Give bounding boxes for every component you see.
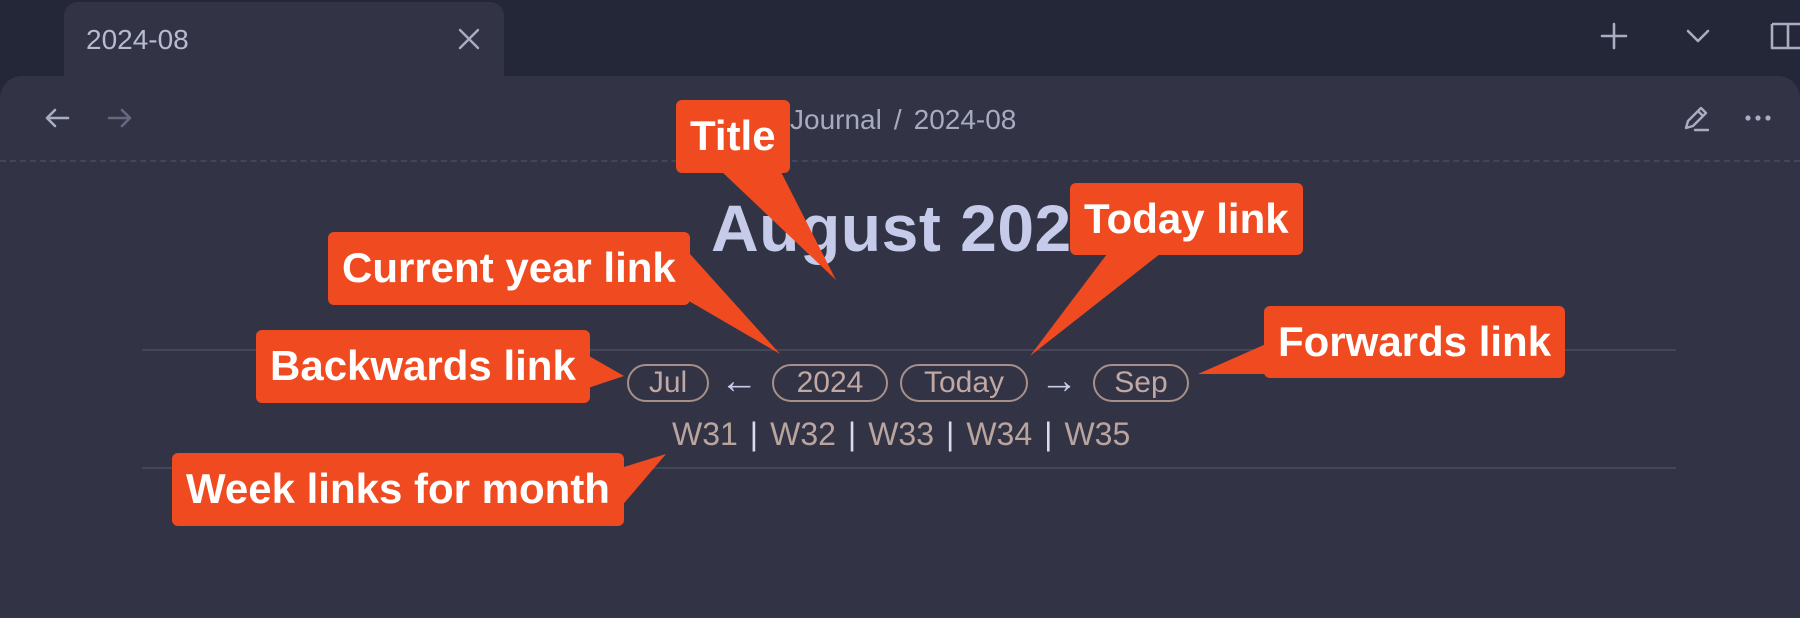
more-options-icon[interactable] bbox=[1742, 102, 1774, 134]
forward-arrow-text: → bbox=[1040, 360, 1078, 402]
week-link[interactable]: W33 bbox=[868, 416, 934, 453]
breadcrumb-parent[interactable]: Journal bbox=[790, 104, 882, 136]
back-arrow-icon[interactable] bbox=[41, 102, 73, 134]
breadcrumb-current[interactable]: 2024-08 bbox=[914, 104, 1017, 136]
week-link[interactable]: W32 bbox=[770, 416, 836, 453]
breadcrumb-separator: / bbox=[893, 104, 902, 135]
today-link-callout: Today link bbox=[1070, 183, 1303, 255]
forwards-link-callout: Forwards link bbox=[1264, 306, 1566, 378]
next-month-link[interactable]: Sep bbox=[1093, 364, 1189, 402]
tab-bar: 2024-08 bbox=[0, 0, 1800, 82]
note-title: August 2024 bbox=[711, 191, 1109, 265]
breadcrumb: Journal / 2024-08 bbox=[790, 104, 1016, 136]
current-year-link-callout: Current year link bbox=[328, 232, 690, 305]
sidebar-toggle-icon[interactable] bbox=[1766, 18, 1800, 54]
edit-icon[interactable] bbox=[1680, 102, 1712, 134]
week-link[interactable]: W31 bbox=[672, 416, 738, 453]
title-callout: Title bbox=[676, 100, 790, 173]
view-header: Journal / 2024-08 bbox=[0, 76, 1800, 162]
week-links-callout: Week links for month bbox=[172, 453, 624, 526]
week-links: W31 | W32 | W33 | W34 | W35 bbox=[672, 416, 1131, 453]
back-arrow-text: ← bbox=[720, 360, 758, 402]
backwards-link-callout: Backwards link bbox=[256, 330, 590, 403]
previous-month-link[interactable]: Jul bbox=[627, 364, 709, 402]
week-link[interactable]: W34 bbox=[966, 416, 1032, 453]
new-tab-icon[interactable] bbox=[1596, 18, 1632, 54]
today-link[interactable]: Today bbox=[900, 364, 1028, 402]
tab-2024-08[interactable]: 2024-08 bbox=[64, 2, 504, 82]
current-year-link[interactable]: 2024 bbox=[772, 364, 888, 402]
close-icon[interactable] bbox=[454, 24, 484, 54]
tab-list-icon[interactable] bbox=[1680, 18, 1716, 54]
week-link[interactable]: W35 bbox=[1064, 416, 1130, 453]
forward-arrow-icon[interactable] bbox=[104, 102, 136, 134]
tab-title: 2024-08 bbox=[86, 24, 189, 55]
